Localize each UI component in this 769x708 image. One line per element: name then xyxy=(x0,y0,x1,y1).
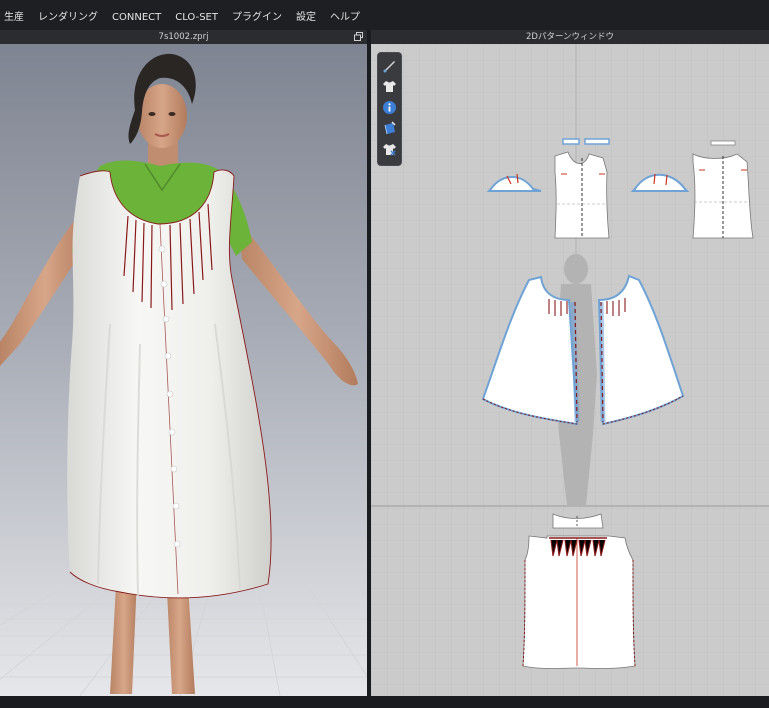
avatar-3d-scene xyxy=(0,44,367,696)
view2d-pattern-canvas[interactable] xyxy=(371,44,769,696)
shirt-icon xyxy=(383,81,396,92)
tool-brush[interactable] xyxy=(381,57,398,74)
view3d-viewport[interactable] xyxy=(0,44,367,696)
fabric-icon xyxy=(384,121,396,135)
info-icon xyxy=(383,101,396,114)
brush-icon xyxy=(383,61,395,73)
view3d-title-bar: 7s1002.zprj xyxy=(0,30,367,44)
pattern-back-bodice[interactable] xyxy=(692,153,754,239)
menu-bar: 生産 レンダリング CONNECT CLO-SET プラグイン 設定 ヘルプ xyxy=(0,0,769,30)
window-restore-icon[interactable] xyxy=(354,32,363,41)
tool-avatar-garment[interactable] xyxy=(381,141,398,158)
tool-info[interactable] xyxy=(381,99,398,116)
status-bar xyxy=(0,696,769,708)
menu-clo-set[interactable]: CLO-SET xyxy=(168,0,225,30)
menu-connect[interactable]: CONNECT xyxy=(105,0,168,30)
pattern-toolbar xyxy=(377,52,402,166)
tool-fabric[interactable] xyxy=(381,120,398,137)
menu-plugins[interactable]: プラグイン xyxy=(225,0,289,30)
avatar-shirt-icon xyxy=(383,144,396,156)
pattern-workspace xyxy=(371,44,769,696)
view3d-title: 7s1002.zprj xyxy=(158,32,209,42)
menu-production[interactable]: 生産 xyxy=(0,0,31,30)
menu-rendering[interactable]: レンダリング xyxy=(31,0,105,30)
pattern-back-skirt[interactable] xyxy=(522,535,636,669)
view2d-title: 2Dパターンウィンドウ xyxy=(525,32,615,42)
tool-garment[interactable] xyxy=(381,78,398,95)
menu-settings[interactable]: 設定 xyxy=(289,0,323,30)
view2d-title-bar: 2Dパターンウィンドウ xyxy=(371,30,769,44)
pattern-front-bodice[interactable] xyxy=(554,151,610,239)
menu-help[interactable]: ヘルプ xyxy=(323,0,367,30)
